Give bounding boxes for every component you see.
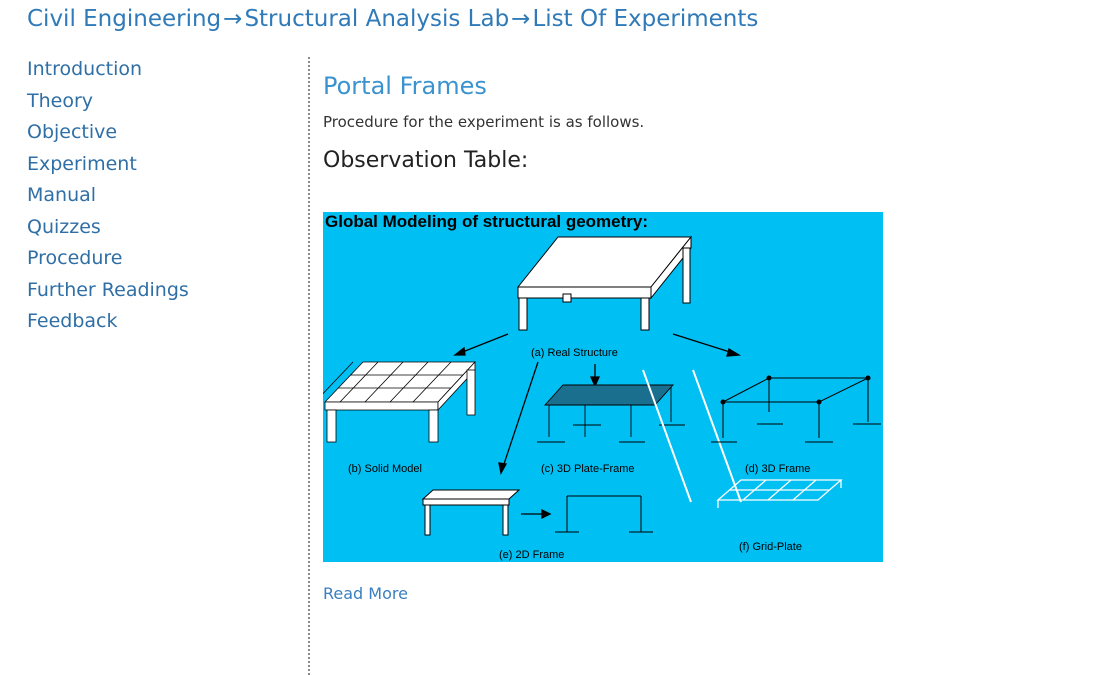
sidebar-item-procedure[interactable]: Procedure bbox=[27, 243, 287, 275]
sidebar-nav: Introduction Theory Objective Experiment… bbox=[27, 54, 287, 338]
breadcrumb-civil-engineering[interactable]: Civil Engineering bbox=[27, 6, 221, 32]
label-grid-plate: (f) Grid-Plate bbox=[739, 541, 802, 553]
sidebar-item-theory[interactable]: Theory bbox=[27, 86, 287, 118]
sidebar-item-experiment[interactable]: Experiment bbox=[27, 149, 287, 181]
label-plate-frame: (c) 3D Plate-Frame bbox=[541, 463, 635, 475]
breadcrumb-structural-analysis-lab[interactable]: Structural Analysis Lab bbox=[244, 6, 509, 32]
sidebar-item-introduction[interactable]: Introduction bbox=[27, 54, 287, 86]
label-solid-model: (b) Solid Model bbox=[348, 463, 422, 475]
sidebar-item-further-readings[interactable]: Further Readings bbox=[27, 275, 287, 307]
observation-table-heading: Observation Table: bbox=[323, 148, 529, 173]
breadcrumb-separator: → bbox=[223, 6, 243, 32]
breadcrumb: Civil Engineering→Structural Analysis La… bbox=[27, 6, 758, 32]
label-real-structure: (a) Real Structure bbox=[531, 347, 618, 359]
sidebar-item-objective[interactable]: Objective bbox=[27, 117, 287, 149]
sidebar-item-feedback[interactable]: Feedback bbox=[27, 306, 287, 338]
breadcrumb-separator: → bbox=[511, 6, 531, 32]
breadcrumb-list-of-experiments[interactable]: List Of Experiments bbox=[532, 6, 758, 32]
label-2d-frame: (e) 2D Frame bbox=[499, 549, 564, 561]
main-content: Portal Frames Procedure for the experime… bbox=[323, 72, 1063, 603]
sidebar-item-quizzes[interactable]: Quizzes bbox=[27, 212, 287, 244]
label-3d-frame: (d) 3D Frame bbox=[745, 463, 810, 475]
sidebar-item-manual[interactable]: Manual bbox=[27, 180, 287, 212]
page-title: Portal Frames bbox=[323, 72, 487, 100]
structural-geometry-figure: Global Modeling of structural geometry: … bbox=[323, 212, 883, 562]
figure-heading: Global Modeling of structural geometry: bbox=[325, 212, 648, 231]
procedure-description: Procedure for the experiment is as follo… bbox=[323, 113, 645, 131]
read-more-link[interactable]: Read More bbox=[323, 584, 408, 603]
content-divider bbox=[308, 57, 310, 675]
